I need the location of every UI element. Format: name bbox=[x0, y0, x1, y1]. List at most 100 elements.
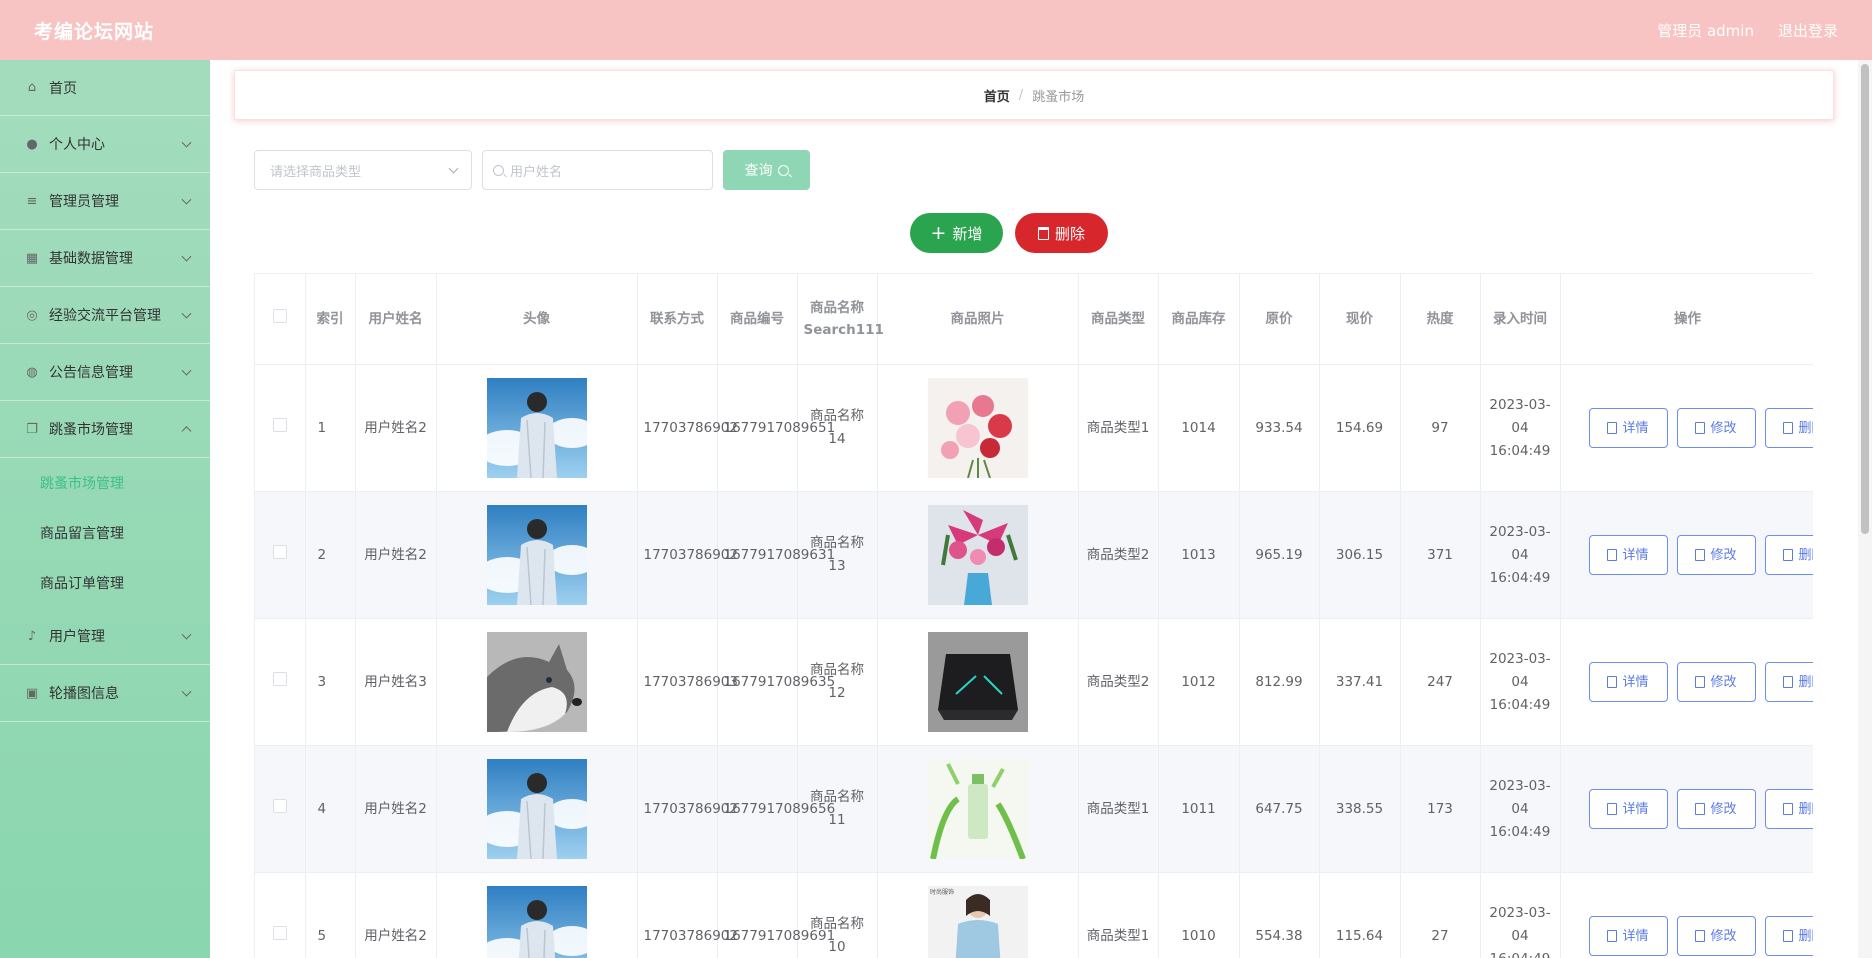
product-photo bbox=[927, 759, 1028, 859]
sidebar-item-2[interactable]: ≡ 管理员管理 bbox=[0, 173, 210, 230]
row-delete-button[interactable]: 删除 bbox=[1764, 662, 1813, 702]
cell-code: 1677917089635 bbox=[717, 618, 835, 746]
cell-time: 2023-03-04 16:04:49 bbox=[1480, 364, 1561, 492]
cell-orig-price: 554.38 bbox=[1239, 872, 1320, 958]
sidebar-item-label: 经验交流平台管理 bbox=[49, 308, 161, 324]
row-checkbox[interactable] bbox=[272, 671, 287, 686]
page-scrollbar[interactable] bbox=[1858, 60, 1872, 958]
breadcrumb-separator: / bbox=[1018, 87, 1024, 103]
cell-photo: 时尚服饰 bbox=[877, 872, 1079, 958]
avatar-image bbox=[486, 505, 587, 605]
cell-username: 用户姓名2 bbox=[355, 745, 437, 873]
detail-label: 详情 bbox=[1622, 420, 1649, 436]
submenu-item-2[interactable]: 商品订单管理 bbox=[0, 558, 210, 608]
sidebar-item-1[interactable]: ● 个人中心 bbox=[0, 116, 210, 173]
cell-price: 115.64 bbox=[1319, 872, 1401, 958]
delete-label: 删除 bbox=[1798, 547, 1813, 563]
row-delete-button[interactable]: 删除 bbox=[1764, 535, 1813, 575]
cell-ops: 详情 修改 删除 bbox=[1560, 491, 1813, 619]
cell-time: 2023-03-04 16:04:49 bbox=[1480, 491, 1561, 619]
add-button[interactable]: + 新增 bbox=[910, 213, 1003, 253]
select-all-checkbox[interactable] bbox=[272, 309, 287, 323]
row-checkbox[interactable] bbox=[272, 544, 287, 559]
cell-type: 商品类型1 bbox=[1078, 745, 1159, 873]
sidebar-item-6[interactable]: ❐ 跳蚤市场管理 bbox=[0, 401, 210, 458]
sidebar-item-label: 基础数据管理 bbox=[49, 251, 133, 267]
breadcrumb-home[interactable]: 首页 bbox=[984, 86, 1010, 105]
cell-orig-price: 647.75 bbox=[1239, 745, 1320, 873]
detail-label: 详情 bbox=[1622, 674, 1649, 690]
row-checkbox[interactable] bbox=[272, 417, 287, 432]
product-type-select[interactable]: 请选择商品类型 bbox=[254, 150, 472, 190]
trash-icon bbox=[1783, 803, 1794, 815]
sidebar-item-8[interactable]: ▣ 轮播图信息 bbox=[0, 665, 210, 722]
batch-delete-button[interactable]: 删除 bbox=[1015, 213, 1108, 253]
trash-icon bbox=[1783, 422, 1794, 434]
username-search-input[interactable]: 用户姓名 bbox=[482, 150, 713, 190]
detail-button[interactable]: 详情 bbox=[1588, 789, 1668, 829]
detail-button[interactable]: 详情 bbox=[1588, 535, 1668, 575]
row-delete-button[interactable]: 删除 bbox=[1764, 789, 1813, 829]
avatar-image bbox=[486, 632, 587, 732]
cell-type: 商品类型2 bbox=[1078, 491, 1159, 619]
breadcrumb-current: 跳蚤市场 bbox=[1032, 89, 1085, 105]
table-row: 2 用户姓名2 17703786902 1677917089631 商品名称13 商品类型… bbox=[255, 491, 1813, 619]
product-type-placeholder: 请选择商品类型 bbox=[270, 164, 362, 180]
cell-ops: 详情 修改 删除 bbox=[1560, 872, 1813, 958]
edit-button[interactable]: 修改 bbox=[1676, 662, 1756, 702]
cell-product-name: 商品名称10 bbox=[797, 872, 878, 958]
sidebar-item-4[interactable]: ◎ 经验交流平台管理 bbox=[0, 287, 210, 344]
search-icon bbox=[777, 164, 789, 176]
sidebar-item-5[interactable]: ◍ 公告信息管理 bbox=[0, 344, 210, 401]
cell-type: 商品类型1 bbox=[1078, 872, 1159, 958]
admin-user-label[interactable]: 管理员 admin bbox=[1657, 20, 1754, 41]
data-table: 索引 用户姓名 头像 联系方式 商品编号 商品名称Search111 商品照片 … bbox=[254, 273, 1813, 958]
plus-icon: + bbox=[930, 221, 947, 244]
edit-label: 修改 bbox=[1710, 928, 1737, 944]
submenu-item-1[interactable]: 商品留言管理 bbox=[0, 508, 210, 558]
cell-stock: 1010 bbox=[1158, 872, 1240, 958]
cell-time: 2023-03-04 16:04:49 bbox=[1480, 872, 1561, 958]
detail-button[interactable]: 详情 bbox=[1588, 662, 1668, 702]
cell-phone: 17703786902 bbox=[637, 872, 738, 958]
sidebar-item-3[interactable]: ▦ 基础数据管理 bbox=[0, 230, 210, 287]
edit-button[interactable]: 修改 bbox=[1676, 408, 1756, 448]
scrollbar-thumb[interactable] bbox=[1861, 64, 1869, 534]
pin-icon: ◍ bbox=[26, 364, 38, 380]
submenu-item-label: 商品订单管理 bbox=[40, 576, 124, 592]
sidebar-item-7[interactable]: ♪ 用户管理 bbox=[0, 608, 210, 665]
detail-button[interactable]: 详情 bbox=[1588, 408, 1668, 448]
edit-button[interactable]: 修改 bbox=[1676, 916, 1756, 956]
row-select-cell bbox=[255, 745, 306, 873]
logout-link[interactable]: 退出登录 bbox=[1778, 20, 1838, 41]
delete-label: 删除 bbox=[1054, 224, 1085, 243]
row-checkbox[interactable] bbox=[272, 925, 287, 940]
cell-heat: 27 bbox=[1400, 872, 1481, 958]
cell-orig-price: 965.19 bbox=[1239, 491, 1320, 619]
row-select-cell bbox=[255, 491, 306, 619]
col-orig-price: 原价 bbox=[1239, 273, 1320, 365]
cell-price: 338.55 bbox=[1319, 745, 1401, 873]
cell-heat: 173 bbox=[1400, 745, 1481, 873]
edit-label: 修改 bbox=[1710, 801, 1737, 817]
cell-ops: 详情 修改 删除 bbox=[1560, 618, 1813, 746]
mic-icon: ♪ bbox=[27, 628, 37, 644]
row-delete-button[interactable]: 删除 bbox=[1764, 916, 1813, 956]
chevron-down-icon bbox=[181, 194, 192, 205]
edit-button[interactable]: 修改 bbox=[1676, 535, 1756, 575]
row-checkbox[interactable] bbox=[272, 798, 287, 813]
svg-text:时尚服饰: 时尚服饰 bbox=[930, 888, 954, 896]
submenu-item-0[interactable]: 跳蚤市场管理 bbox=[0, 458, 210, 508]
sidebar-item-label: 公告信息管理 bbox=[49, 365, 133, 381]
row-select-cell bbox=[255, 618, 306, 746]
cell-type: 商品类型2 bbox=[1078, 618, 1159, 746]
query-button[interactable]: 查询 bbox=[723, 150, 810, 190]
row-delete-button[interactable]: 删除 bbox=[1764, 408, 1813, 448]
edit-button[interactable]: 修改 bbox=[1676, 789, 1756, 829]
document-icon bbox=[1607, 676, 1618, 688]
avatar-image bbox=[486, 378, 587, 478]
cell-time: 2023-03-04 16:04:49 bbox=[1480, 745, 1561, 873]
sidebar-item-0[interactable]: ⌂ 首页 bbox=[0, 60, 210, 116]
col-phone: 联系方式 bbox=[637, 273, 718, 365]
detail-button[interactable]: 详情 bbox=[1588, 916, 1668, 956]
